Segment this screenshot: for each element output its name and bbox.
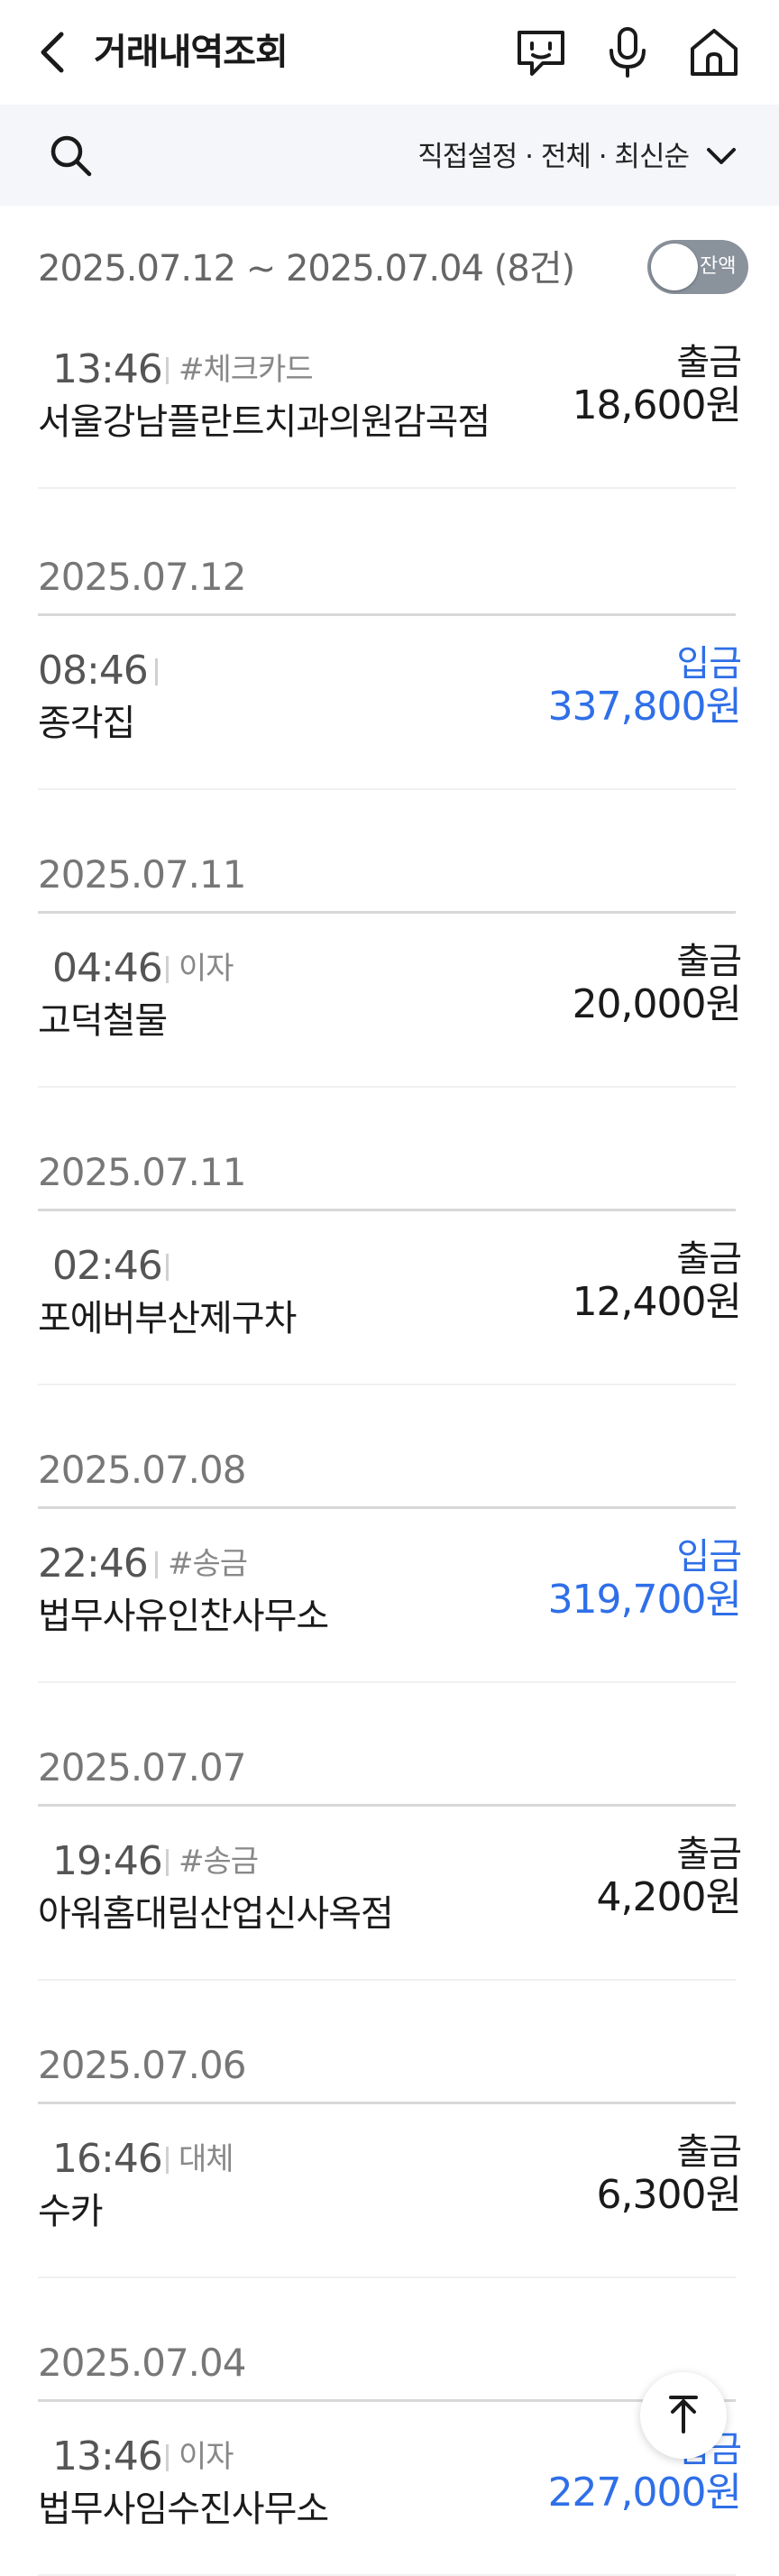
toggle-knob [651,244,698,290]
transaction-tag: 대체 [179,2141,234,2177]
transaction-time: 13:46 [52,2433,163,2479]
transaction-name[interactable]: 고덕철물 [38,996,168,1046]
transaction-time: 08:46 [38,648,149,694]
transaction-tag: #체크카드 [179,352,314,388]
item-divider [38,1979,736,1981]
transaction-type: 출금 [676,2131,742,2173]
date-divider [38,911,736,914]
divider-pipe [166,2444,169,2471]
transaction-tag: #송금 [168,1546,248,1582]
transaction-tag: 이자 [179,951,234,987]
transaction-name[interactable]: 법무사임수진사무소 [38,2484,329,2535]
divider-pipe [166,1254,169,1281]
date-divider [38,1209,736,1211]
transaction-name[interactable]: 서울강남플란트치과의원감곡점 [38,397,490,447]
transaction-type: 출금 [676,342,742,383]
date-divider [38,613,736,616]
transaction-time: 13:46 [52,346,163,392]
transaction-amount: 4,200원 [596,1874,742,1920]
transaction-time: 04:46 [52,945,163,991]
transaction-amount: 227,000원 [547,2470,742,2516]
item-divider [38,788,736,790]
scroll-top-button[interactable] [640,2372,727,2459]
date-header: 2025.07.08 [38,1448,246,1492]
back-arrow-icon[interactable] [36,31,72,74]
arrow-up-icon [669,2396,698,2433]
transaction-type: 출금 [676,1238,742,1280]
transaction-time: 19:46 [52,1838,163,1884]
date-header: 2025.07.06 [38,2043,246,2087]
transaction-amount: 337,800원 [547,684,742,730]
item-divider [38,2277,736,2278]
item-divider [38,1384,736,1385]
transaction-name[interactable]: 법무사유인찬사무소 [38,1591,329,1642]
transaction-time: 22:46 [38,1541,149,1587]
search-icon[interactable] [47,132,96,180]
transaction-tag: 이자 [179,2439,234,2475]
date-header: 2025.07.07 [38,1745,246,1789]
divider-pipe [155,658,158,685]
date-header: 2025.07.11 [38,852,246,897]
balance-toggle[interactable]: 잔액 [647,240,748,294]
transaction-name[interactable]: 종각집 [38,698,135,749]
microphone-icon[interactable] [600,25,655,79]
transaction-type: 입금 [676,1536,742,1578]
transaction-time: 02:46 [52,1243,163,1289]
toggle-label: 잔액 [700,255,737,278]
transaction-amount: 6,300원 [596,2172,742,2218]
date-divider [38,1804,736,1807]
divider-pipe [166,357,169,384]
transaction-amount: 12,400원 [572,1279,742,1325]
transaction-type: 출금 [676,1834,742,1875]
transaction-type: 출금 [676,941,742,982]
transaction-time: 16:46 [52,2136,163,2182]
page-title: 거래내역조회 [94,32,289,73]
transaction-type: 입금 [676,643,742,685]
date-divider [38,2399,736,2402]
transaction-name[interactable]: 수카 [38,2186,104,2237]
transaction-amount: 319,700원 [547,1577,742,1623]
transaction-amount: 20,000원 [572,981,742,1027]
divider-pipe [155,1551,158,1578]
chat-bot-icon[interactable] [514,25,568,79]
app-header: 거래내역조회 [0,0,779,105]
divider-pipe [166,956,169,983]
transaction-tag: #송금 [179,1844,259,1880]
home-icon[interactable] [687,25,741,79]
date-divider [38,1506,736,1509]
date-header: 2025.07.12 [38,555,246,599]
date-range-summary: 2025.07.12 ~ 2025.07.04 (8건) [38,248,575,290]
filter-summary[interactable]: 직접설정 · 전체 · 최신순 [417,137,690,177]
date-header: 2025.07.11 [38,1150,246,1194]
item-divider [38,1086,736,1088]
transaction-name[interactable]: 포에버부산제구차 [38,1293,297,1344]
divider-pipe [166,1849,169,1876]
date-header: 2025.07.04 [38,2341,246,2385]
chevron-down-icon[interactable] [705,144,738,170]
item-divider [38,1681,736,1683]
transaction-amount: 18,600원 [572,382,742,428]
item-divider [38,487,736,489]
date-divider [38,2102,736,2104]
divider-pipe [166,2147,169,2174]
transaction-name[interactable]: 아워홈대림산업신사옥점 [38,1889,394,1939]
